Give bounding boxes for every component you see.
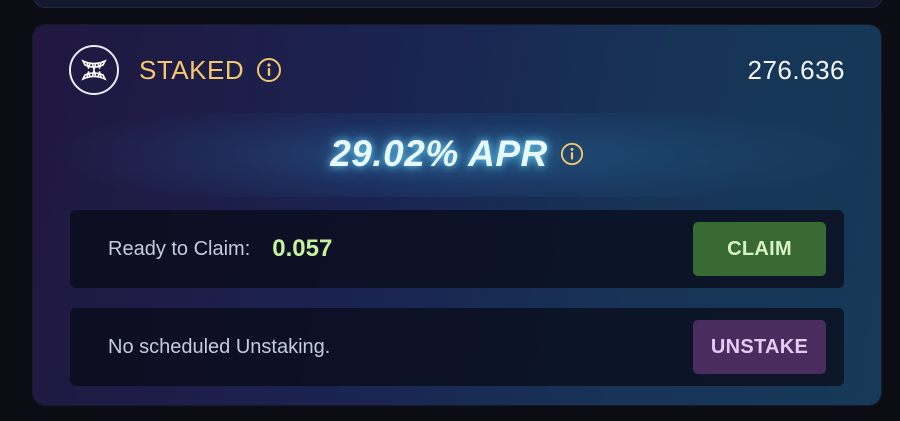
claim-panel: Ready to Claim: 0.057 CLAIM	[70, 210, 844, 288]
unstake-panel: No scheduled Unstaking. UNSTAKE	[70, 308, 844, 386]
staked-amount: 276.636	[747, 54, 845, 85]
apr-text: 29.02% APR	[330, 133, 548, 174]
apr-row: 29.02% APR	[33, 131, 881, 177]
apr-info-icon[interactable]	[560, 142, 584, 166]
ready-to-claim-label: Ready to Claim:	[108, 237, 251, 260]
staked-title: STAKED	[139, 54, 245, 85]
unstake-button[interactable]: UNSTAKE	[693, 320, 826, 374]
staking-card: STAKED 276.636 29.02% APR Ready to Claim…	[33, 25, 881, 405]
fangs-logo-icon	[69, 45, 119, 95]
staked-info-icon[interactable]	[256, 57, 282, 83]
previous-card-edge	[33, 0, 883, 8]
claim-button[interactable]: CLAIM	[693, 222, 826, 276]
claim-value: 0.057	[272, 235, 333, 262]
card-header: STAKED 276.636	[69, 45, 845, 95]
unstake-status-text: No scheduled Unstaking.	[108, 335, 331, 358]
